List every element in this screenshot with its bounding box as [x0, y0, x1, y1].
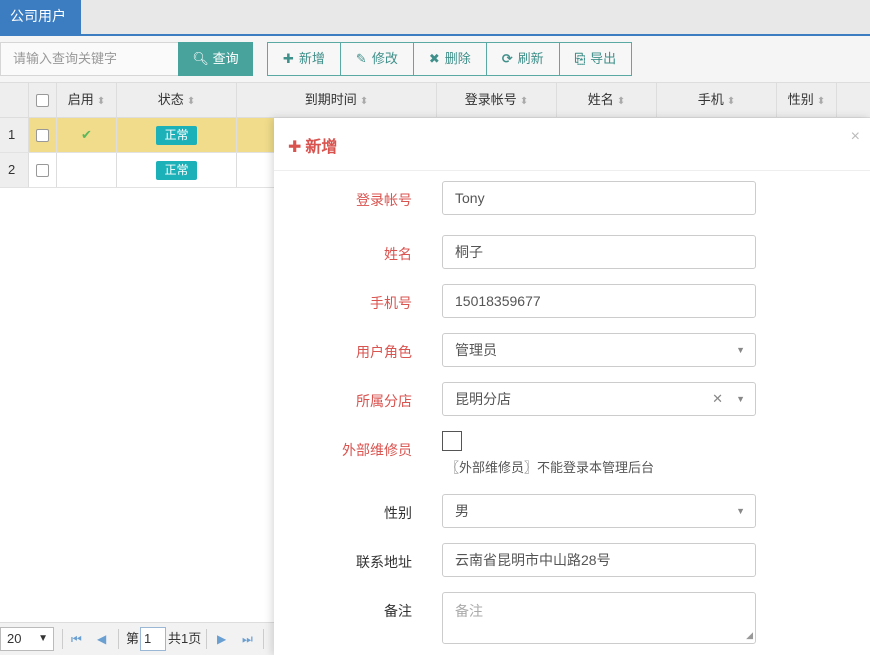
- last-page-button[interactable]: ⏭: [242, 627, 253, 651]
- login-account-input[interactable]: Tony: [442, 181, 756, 215]
- add-button[interactable]: ✚ 新增: [268, 43, 341, 75]
- enabled-cell: [57, 153, 117, 187]
- sort-icon: ⬍: [359, 96, 369, 107]
- sort-icon: ⬍: [726, 96, 736, 107]
- export-icon: ⎘: [574, 51, 586, 66]
- gender-select[interactable]: 男 ▼: [442, 494, 756, 528]
- column-header-name[interactable]: 姓名 ⬍: [557, 83, 657, 117]
- export-button[interactable]: ⎘ 导出: [559, 43, 632, 75]
- page-size-select[interactable]: 20 ▼: [0, 627, 54, 651]
- next-page-button[interactable]: ▶: [217, 627, 226, 651]
- field-label: 联系地址: [356, 554, 412, 570]
- divider: [206, 629, 207, 649]
- column-header-enabled[interactable]: 启用 ⬍: [57, 83, 117, 117]
- sort-icon: ⬍: [96, 96, 106, 107]
- toolbar: 请输入查询关键字 🔍︎ 查询 ✚ 新增 ✎ 修改 ✖ 删除 ⟳ 刷新 ⎘ 导出: [0, 36, 870, 82]
- field-label: 登录帐号: [356, 192, 412, 208]
- role-select[interactable]: 管理员 ▼: [442, 333, 756, 367]
- search-input[interactable]: 请输入查询关键字: [0, 42, 180, 76]
- delete-button[interactable]: ✖ 删除: [413, 43, 487, 75]
- plus-icon: ✚: [283, 51, 294, 66]
- caret-down-icon: ▼: [736, 394, 745, 404]
- divider: [263, 629, 264, 649]
- page-number-input[interactable]: 1: [140, 627, 166, 651]
- sort-icon: ⬍: [616, 96, 626, 107]
- field-label: 备注: [384, 603, 412, 619]
- refresh-button[interactable]: ⟳ 刷新: [486, 43, 560, 75]
- name-input[interactable]: 桐子: [442, 235, 756, 269]
- row-checkbox[interactable]: [36, 164, 49, 178]
- column-header-gender[interactable]: 性别 ⬍: [777, 83, 837, 117]
- phone-input[interactable]: 15018359677: [442, 284, 756, 318]
- tab-bar: 公司用户: [0, 0, 870, 36]
- resize-handle-icon[interactable]: ◢: [746, 630, 753, 641]
- dialog-title: ✚ 新增: [288, 139, 338, 156]
- delete-icon: ✖: [428, 51, 440, 66]
- row-select: [29, 118, 57, 152]
- status-cell: 正常: [117, 118, 237, 152]
- row-checkbox[interactable]: [36, 129, 49, 143]
- column-header-login-account[interactable]: 登录帐号 ⬍: [437, 83, 557, 117]
- grid-header: 启用 ⬍ 状态 ⬍ 到期时间 ⬍ 登录帐号 ⬍ 姓名 ⬍ 手机 ⬍ 性别 ⬍: [0, 82, 870, 118]
- add-user-dialog: ✚ 新增 × 登录帐号 Tony 姓名 桐子 手机号 15018359677 用户…: [274, 118, 870, 655]
- field-label: 手机号: [370, 295, 412, 311]
- branch-select[interactable]: 昆明分店 ✕ ▼: [442, 382, 756, 416]
- first-page-button[interactable]: ⏮: [71, 627, 82, 651]
- sort-icon: ⬍: [186, 96, 196, 107]
- row-select: [29, 153, 57, 187]
- search-button[interactable]: 🔍︎ 查询: [178, 42, 253, 76]
- caret-down-icon: ▼: [736, 506, 745, 516]
- dialog-header: ✚ 新增 ×: [274, 118, 870, 171]
- status-badge: 正常: [156, 161, 197, 181]
- field-label: 性别: [384, 505, 412, 521]
- search-button-label: 查询: [212, 51, 239, 66]
- edit-button[interactable]: ✎ 修改: [340, 43, 414, 75]
- tab-company-users[interactable]: 公司用户: [0, 0, 81, 34]
- header-select-all: [29, 83, 57, 117]
- status-badge: 正常: [156, 126, 197, 146]
- row-number: 1: [0, 118, 29, 152]
- action-button-group: ✚ 新增 ✎ 修改 ✖ 删除 ⟳ 刷新 ⎘ 导出: [267, 42, 633, 76]
- edit-icon: ✎: [355, 51, 367, 66]
- row-number: 2: [0, 153, 29, 187]
- field-label: 所属分店: [356, 393, 412, 409]
- prev-page-button[interactable]: ◀: [97, 627, 106, 651]
- caret-down-icon: ▼: [38, 633, 48, 644]
- header-rownum: [0, 83, 29, 117]
- search-icon: 🔍︎: [192, 51, 209, 66]
- sort-icon: ⬍: [816, 96, 826, 107]
- plus-icon: ✚: [288, 139, 302, 156]
- address-input[interactable]: 云南省昆明市中山路28号: [442, 543, 756, 577]
- close-icon[interactable]: ×: [851, 128, 860, 146]
- external-repairer-hint: 〖外部维修员〗不能登录本管理后台: [446, 460, 655, 475]
- status-cell: 正常: [117, 153, 237, 187]
- caret-down-icon: ▼: [736, 345, 745, 355]
- refresh-icon: ⟳: [501, 51, 513, 66]
- sort-icon: ⬍: [519, 96, 529, 107]
- page-prefix: 第: [126, 631, 140, 646]
- external-repairer-checkbox[interactable]: [442, 431, 462, 451]
- divider: [118, 629, 119, 649]
- enabled-check-icon: ✔: [57, 118, 117, 152]
- column-header-status[interactable]: 状态 ⬍: [117, 83, 237, 117]
- column-header-phone[interactable]: 手机 ⬍: [657, 83, 777, 117]
- divider: [62, 629, 63, 649]
- total-pages: 共1页: [168, 631, 202, 646]
- remark-textarea[interactable]: 备注 ◢: [442, 592, 756, 644]
- column-header-expiry[interactable]: 到期时间 ⬍: [237, 83, 437, 117]
- field-label: 姓名: [384, 246, 412, 262]
- field-label: 用户角色: [356, 344, 412, 360]
- clear-icon[interactable]: ✕: [712, 383, 723, 415]
- field-label: 外部维修员: [342, 442, 412, 458]
- select-all-checkbox[interactable]: [36, 94, 49, 108]
